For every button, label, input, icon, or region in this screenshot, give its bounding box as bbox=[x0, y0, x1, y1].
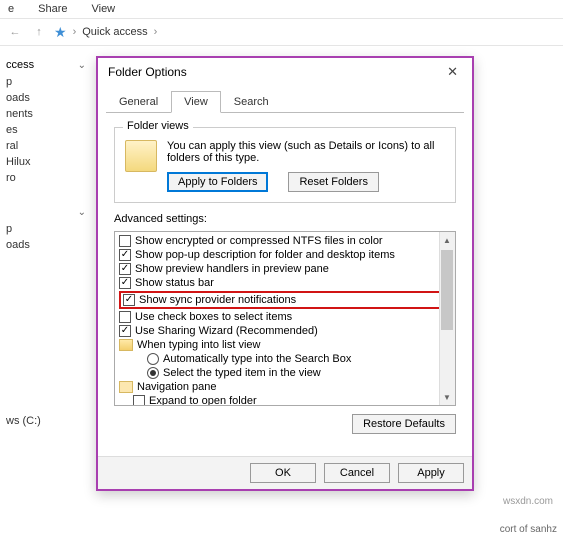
restore-defaults-button[interactable]: Restore Defaults bbox=[352, 414, 456, 434]
advanced-setting-item[interactable]: Use check boxes to select items bbox=[119, 310, 451, 324]
checkbox-icon[interactable] bbox=[123, 294, 135, 306]
chevron-right-icon: › bbox=[73, 26, 77, 38]
ribbon-tab[interactable]: e bbox=[8, 3, 14, 15]
sidebar-item-drive[interactable]: ws (C:) bbox=[2, 413, 90, 429]
back-button[interactable]: ← bbox=[6, 23, 24, 41]
apply-to-folders-button[interactable]: Apply to Folders bbox=[167, 172, 268, 192]
advanced-setting-item[interactable]: Show status bar bbox=[119, 276, 451, 290]
tab-general[interactable]: General bbox=[106, 91, 171, 113]
setting-label: Use Sharing Wizard (Recommended) bbox=[135, 325, 318, 337]
checkbox-icon[interactable] bbox=[119, 263, 131, 275]
navigation-pane: ccess ⌄ p oads nents es ral Hilux ro ⌄ p… bbox=[0, 56, 90, 429]
address-bar: ← ↑ ★ › Quick access › bbox=[0, 18, 563, 46]
checkbox-icon[interactable] bbox=[119, 235, 131, 247]
checkbox-icon[interactable] bbox=[119, 249, 131, 261]
reset-folders-button[interactable]: Reset Folders bbox=[288, 172, 378, 192]
breadcrumb[interactable]: Quick access bbox=[82, 26, 147, 38]
advanced-settings-list[interactable]: Show encrypted or compressed NTFS files … bbox=[114, 231, 456, 406]
setting-label: Expand to open folder bbox=[149, 395, 257, 406]
sidebar-item[interactable]: es bbox=[2, 122, 90, 138]
scroll-down-icon[interactable]: ▼ bbox=[439, 389, 455, 405]
setting-label: Navigation pane bbox=[137, 381, 217, 393]
setting-label: Show sync provider notifications bbox=[139, 294, 296, 306]
ok-button[interactable]: OK bbox=[250, 463, 316, 483]
chevron-right-icon: › bbox=[154, 26, 158, 38]
advanced-settings-label: Advanced settings: bbox=[114, 213, 456, 225]
sidebar-item[interactable]: oads bbox=[2, 237, 90, 253]
sidebar-item[interactable]: oads bbox=[2, 90, 90, 106]
tab-view[interactable]: View bbox=[171, 91, 221, 113]
checkbox-icon[interactable] bbox=[133, 395, 145, 406]
sidebar-item[interactable]: ral bbox=[2, 138, 90, 154]
checkbox-icon[interactable] bbox=[119, 277, 131, 289]
checkbox-icon[interactable] bbox=[119, 325, 131, 337]
setting-label: Show pop-up description for folder and d… bbox=[135, 249, 395, 261]
watermark: wsxdn.com bbox=[503, 496, 553, 507]
sidebar-item[interactable]: nents bbox=[2, 106, 90, 122]
chevron-down-icon[interactable]: ⌄ bbox=[78, 207, 86, 218]
setting-label: Automatically type into the Search Box bbox=[163, 353, 351, 365]
folder-views-group: Folder views You can apply this view (su… bbox=[114, 127, 456, 203]
advanced-setting-item[interactable]: Show preview handlers in preview pane bbox=[119, 262, 451, 276]
advanced-setting-item[interactable]: Show sync provider notifications bbox=[123, 293, 447, 307]
advanced-setting-item[interactable]: Use Sharing Wizard (Recommended) bbox=[119, 324, 451, 338]
close-icon[interactable]: ✕ bbox=[443, 64, 462, 80]
advanced-setting-item[interactable]: When typing into list view bbox=[119, 338, 451, 352]
tab-strip: General View Search bbox=[98, 90, 472, 112]
dialog-title: Folder Options bbox=[108, 65, 187, 79]
advanced-setting-item[interactable]: Expand to open folder bbox=[119, 394, 451, 406]
sidebar-item[interactable]: ro bbox=[2, 170, 90, 186]
checkbox-icon[interactable] bbox=[119, 311, 131, 323]
folder-options-dialog: Folder Options ✕ General View Search Fol… bbox=[96, 56, 474, 491]
setting-label: Use check boxes to select items bbox=[135, 311, 292, 323]
sidebar-item[interactable]: p bbox=[2, 221, 90, 237]
sidebar-item[interactable]: p bbox=[2, 74, 90, 90]
up-button[interactable]: ↑ bbox=[30, 23, 48, 41]
highlighted-setting: Show sync provider notifications bbox=[119, 291, 451, 309]
advanced-setting-item[interactable]: Show pop-up description for folder and d… bbox=[119, 248, 451, 262]
advanced-setting-item[interactable]: Show encrypted or compressed NTFS files … bbox=[119, 234, 451, 248]
sidebar-item[interactable]: Hilux bbox=[2, 154, 90, 170]
ribbon-tab[interactable]: View bbox=[91, 3, 115, 15]
scroll-up-icon[interactable]: ▲ bbox=[439, 232, 455, 248]
chevron-down-icon[interactable]: ⌄ bbox=[78, 60, 86, 71]
tab-search[interactable]: Search bbox=[221, 91, 282, 113]
advanced-setting-item[interactable]: Select the typed item in the view bbox=[119, 366, 451, 380]
scroll-thumb[interactable] bbox=[441, 250, 453, 330]
advanced-setting-item[interactable]: Navigation pane bbox=[119, 380, 451, 394]
ribbon-tabs: e Share View bbox=[0, 0, 563, 18]
setting-label: Show status bar bbox=[135, 277, 214, 289]
footer-text: cort of sanhz bbox=[500, 524, 557, 535]
scrollbar[interactable]: ▲ ▼ bbox=[439, 232, 455, 405]
advanced-setting-item[interactable]: Automatically type into the Search Box bbox=[119, 352, 451, 366]
group-legend: Folder views bbox=[123, 120, 193, 132]
apply-button[interactable]: Apply bbox=[398, 463, 464, 483]
folder-views-desc: You can apply this view (such as Details… bbox=[167, 140, 445, 164]
radio-icon[interactable] bbox=[147, 353, 159, 365]
setting-label: When typing into list view bbox=[137, 339, 261, 351]
sidebar-group-header[interactable]: ccess bbox=[6, 59, 34, 71]
setting-label: Select the typed item in the view bbox=[163, 367, 321, 379]
quick-access-icon: ★ bbox=[54, 24, 67, 41]
folder-icon bbox=[125, 140, 157, 172]
setting-label: Show preview handlers in preview pane bbox=[135, 263, 329, 275]
cancel-button[interactable]: Cancel bbox=[324, 463, 390, 483]
ribbon-tab[interactable]: Share bbox=[38, 3, 67, 15]
setting-label: Show encrypted or compressed NTFS files … bbox=[135, 235, 383, 247]
folder-icon bbox=[119, 339, 133, 351]
navigation-pane-icon bbox=[119, 381, 133, 393]
radio-icon[interactable] bbox=[147, 367, 159, 379]
